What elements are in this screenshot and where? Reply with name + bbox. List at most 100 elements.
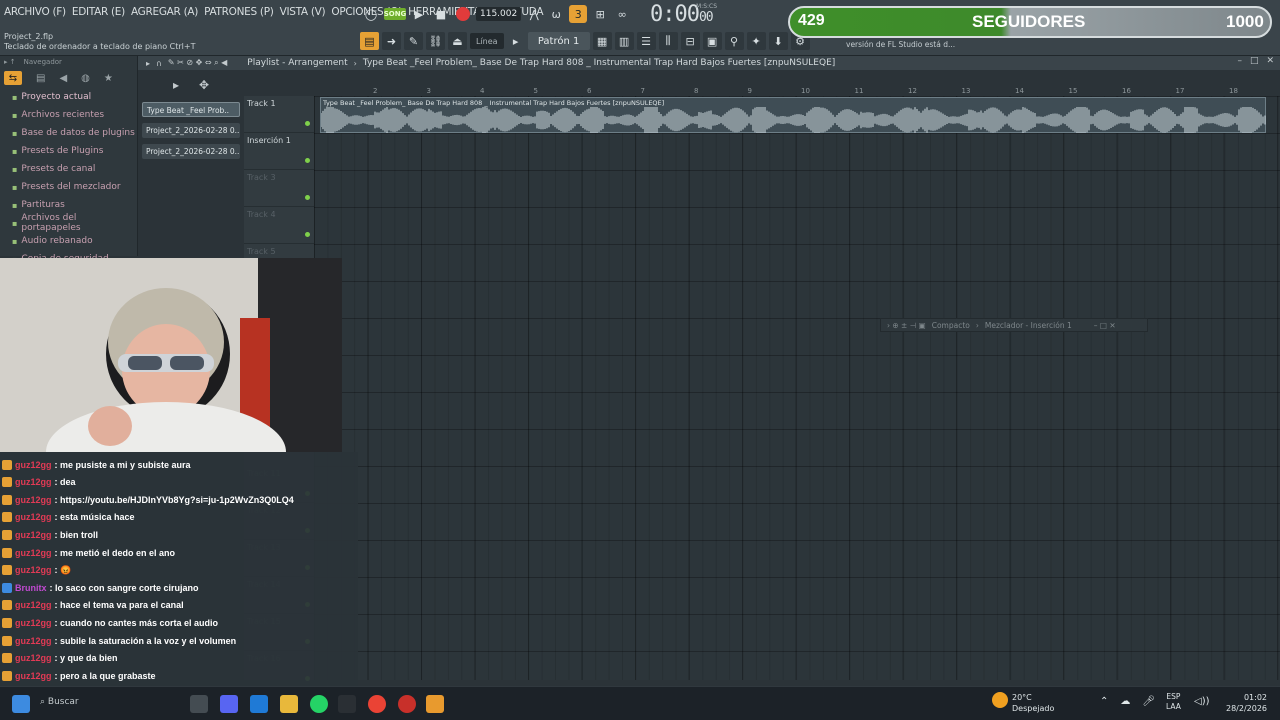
file-explorer-icon[interactable] bbox=[280, 695, 298, 713]
browser-item[interactable]: ▪ Base de datos de plugins bbox=[0, 124, 137, 142]
browser-item[interactable]: ▪ Proyecto actual bbox=[0, 88, 137, 106]
menu-archivo[interactable]: ARCHIVO (F) bbox=[4, 6, 66, 18]
close-icon[interactable]: ✕ bbox=[1266, 56, 1274, 66]
menu-editar[interactable]: EDITAR (E) bbox=[72, 6, 125, 18]
browser-speaker-icon[interactable]: ◀ bbox=[59, 73, 67, 84]
song-mode-toggle[interactable]: SONG bbox=[384, 8, 406, 20]
wait-icon[interactable]: ω bbox=[547, 5, 565, 23]
mic-icon[interactable]: 🎤︎ bbox=[1142, 696, 1155, 707]
chat-badge-icon bbox=[2, 582, 12, 593]
playlist-icon[interactable]: ▤ bbox=[360, 32, 379, 50]
countdown-icon[interactable]: 3 bbox=[569, 5, 588, 23]
browser-item[interactable]: ▪ Archivos del portapapeles bbox=[0, 213, 137, 233]
discord-icon[interactable] bbox=[220, 695, 238, 713]
chevron-up-icon[interactable]: ⌃ bbox=[1100, 696, 1108, 707]
taskbar-search[interactable]: ⌕ Buscar bbox=[40, 697, 79, 707]
fl-studio-icon[interactable] bbox=[426, 695, 444, 713]
audio-icon: ▪ bbox=[12, 236, 18, 246]
timeline-ruler[interactable]: 2 3 4 5 6 7 8 9 10 11 12 13 14 15 16 17 18 bbox=[314, 86, 1280, 96]
browser-item[interactable]: ▪ Partituras bbox=[0, 196, 137, 214]
pattern-item[interactable]: Project_2_2026-02-28 0.. bbox=[142, 144, 240, 159]
chrome-icon[interactable] bbox=[368, 695, 386, 713]
ruler-tick-label: 11 bbox=[854, 87, 864, 95]
volume-icon[interactable]: ◁)) bbox=[1194, 696, 1210, 707]
picker-move-icon[interactable]: ✥ bbox=[199, 78, 209, 92]
track-header[interactable]: Track 3 bbox=[244, 170, 314, 207]
tempo-display[interactable]: 115.002 bbox=[476, 7, 522, 21]
browser-item[interactable]: ▪ Audio rebanado bbox=[0, 232, 137, 250]
browser-all-icon[interactable]: ⇆ bbox=[4, 71, 22, 85]
mixer-tools-icon[interactable]: › ⊕ ± ⊣ ▣ bbox=[887, 321, 926, 330]
mixer-mode[interactable]: Compacto bbox=[932, 321, 970, 330]
stop-icon[interactable]: ■ bbox=[432, 5, 450, 23]
menu-vista[interactable]: VISTA (V) bbox=[280, 6, 326, 18]
browser-star-icon[interactable]: ★ bbox=[104, 73, 113, 84]
minimize-icon[interactable]: – bbox=[1237, 56, 1242, 66]
language-indicator[interactable]: ESP LAA bbox=[1166, 692, 1181, 712]
edge-icon[interactable] bbox=[250, 695, 268, 713]
browser-item[interactable]: ▪ Archivos recientes bbox=[0, 106, 137, 124]
maximize-icon[interactable]: □ bbox=[1250, 56, 1259, 66]
track-header[interactable]: Track 1 bbox=[244, 96, 314, 133]
playlist-window-icon[interactable]: ▦ bbox=[592, 32, 612, 50]
record-button[interactable] bbox=[454, 5, 472, 23]
pattern-prev-icon[interactable]: ▸ bbox=[507, 32, 525, 50]
mixer-window-controls[interactable]: – □ ✕ bbox=[1094, 321, 1116, 330]
cloud-icon[interactable]: ☁ bbox=[1120, 696, 1130, 707]
draw-icon[interactable]: ✎ ✂ ⊘ ✥ ⇔ ⌕ ◀ bbox=[168, 58, 227, 68]
plug-icon[interactable]: ⚲ bbox=[724, 32, 744, 50]
track-led-icon[interactable] bbox=[305, 121, 310, 126]
browser-arrow-icon[interactable]: ▸ ↑ bbox=[4, 58, 16, 66]
browser-doc-icon[interactable]: ▤ bbox=[36, 73, 45, 84]
pattern-item[interactable]: Type Beat _Feel Prob.. bbox=[142, 102, 240, 117]
chat-username: guz12gg bbox=[15, 600, 52, 611]
mixer-icon[interactable]: ⫼ bbox=[658, 32, 678, 50]
epic-games-icon[interactable] bbox=[338, 695, 356, 713]
arrow-icon[interactable]: ➜ bbox=[382, 32, 401, 50]
whatsapp-icon[interactable] bbox=[310, 695, 328, 713]
picker-arrow-icon[interactable]: ▸ bbox=[173, 78, 179, 92]
piano-roll-icon[interactable]: ▥ bbox=[614, 32, 634, 50]
metronome-icon[interactable]: ⋀ bbox=[525, 5, 543, 23]
tools-icon[interactable]: ✦ bbox=[746, 32, 766, 50]
stamp-icon[interactable]: ⏏ bbox=[448, 32, 467, 50]
track-led-icon[interactable] bbox=[305, 158, 310, 163]
menu-patrones[interactable]: PATRONES (P) bbox=[204, 6, 274, 18]
track-led-icon[interactable] bbox=[305, 195, 310, 200]
track-header[interactable]: Track 4 bbox=[244, 207, 314, 244]
magnet-icon[interactable]: ∩ bbox=[156, 59, 162, 68]
app-icon[interactable] bbox=[398, 695, 416, 713]
plugin-picker-icon[interactable]: ⊟ bbox=[680, 32, 700, 50]
pencil-icon[interactable]: ✎ bbox=[404, 32, 423, 50]
browser-item[interactable]: ▪ Presets de Plugins bbox=[0, 142, 137, 160]
chat-text: : me metió el dedo en el ano bbox=[54, 547, 176, 558]
metronome-knob-icon[interactable]: ◯ bbox=[362, 5, 380, 23]
mixer-window-bar[interactable]: › ⊕ ± ⊣ ▣ Compacto › Mezclador - Inserci… bbox=[880, 318, 1148, 332]
track-header[interactable]: Inserción 1 bbox=[244, 133, 314, 170]
channel-rack-icon[interactable]: ☰ bbox=[636, 32, 656, 50]
snap-select[interactable]: Línea bbox=[470, 33, 504, 49]
audio-clip[interactable]: Type Beat _Feel Problem_ Base De Trap Ha… bbox=[320, 97, 1266, 133]
step-edit-icon[interactable]: ⊞ bbox=[591, 5, 609, 23]
windows-start-icon[interactable] bbox=[12, 695, 30, 713]
track-led-icon[interactable] bbox=[305, 232, 310, 237]
menu-agregar[interactable]: AGREGAR (A) bbox=[131, 6, 198, 18]
browser-plugin-icon[interactable]: ◍ bbox=[81, 73, 90, 84]
task-view-icon[interactable] bbox=[190, 695, 208, 713]
clock[interactable]: 01:02 28/2/2026 bbox=[1226, 692, 1267, 714]
play-icon[interactable]: ▶ bbox=[410, 5, 428, 23]
browser-icon[interactable]: ▣ bbox=[702, 32, 722, 50]
link-icon[interactable]: ⛓ bbox=[426, 32, 445, 50]
render-icon[interactable]: ⬇ bbox=[768, 32, 788, 50]
playlist-grid[interactable] bbox=[314, 96, 1280, 680]
loop-record-icon[interactable]: ∞ bbox=[613, 5, 631, 23]
pattern-select[interactable]: Patrón 1 bbox=[527, 32, 590, 50]
update-hint[interactable]: versión de FL Studio está d... bbox=[846, 40, 955, 49]
pattern-item[interactable]: Project_2_2026-02-28 0.. bbox=[142, 123, 240, 138]
weather-widget[interactable]: 20°C Despejado bbox=[1012, 692, 1054, 714]
time-unit: M:S:CS bbox=[696, 3, 718, 10]
browser-item[interactable]: ▪ Presets de canal bbox=[0, 160, 137, 178]
window-controls: – □ ✕ bbox=[1237, 56, 1274, 66]
browser-item[interactable]: ▪ Presets del mezclador bbox=[0, 178, 137, 196]
playlist-arrow-icon[interactable]: ▸ bbox=[146, 59, 150, 68]
